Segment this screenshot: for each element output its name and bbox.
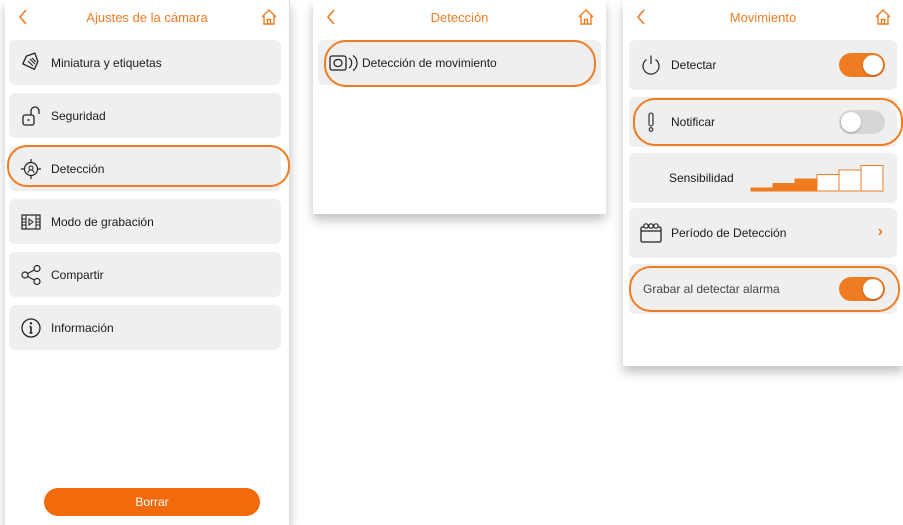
menu-item-detection[interactable]: Detección <box>9 146 281 191</box>
motion-panel: Movimiento Detectar Notificar Sensibilid… <box>623 0 903 366</box>
calendar-icon <box>639 221 663 245</box>
detection-header: Detección <box>313 0 606 34</box>
exclamation-icon <box>639 110 663 134</box>
sensitivity-step[interactable] <box>816 174 840 192</box>
detect-toggle[interactable] <box>839 53 885 77</box>
record-on-alarm-toggle[interactable] <box>839 277 885 301</box>
detection-target-icon <box>19 157 43 181</box>
detection-period-row[interactable]: Período de Detección › <box>629 208 897 258</box>
home-icon <box>875 9 891 25</box>
home-button[interactable] <box>873 7 893 27</box>
menu-item-recording-mode[interactable]: Modo de grabación <box>9 199 281 244</box>
page-title: Ajustes de la cámara <box>86 9 208 25</box>
detection-period-label: Período de Detección <box>671 226 787 240</box>
motion-header: Movimiento <box>623 0 903 34</box>
delete-button[interactable]: Borrar <box>44 488 260 516</box>
motion-sensor-icon <box>328 51 358 75</box>
detection-panel: Detección Detección de movimiento <box>313 0 606 214</box>
notify-label: Notificar <box>671 115 716 129</box>
sensitivity-step[interactable] <box>772 183 796 192</box>
sensitivity-step[interactable] <box>860 165 884 192</box>
record-on-alarm-row: Grabar al detectar alarma <box>629 264 897 314</box>
home-button[interactable] <box>259 7 279 27</box>
back-button[interactable] <box>323 6 339 28</box>
chevron-left-icon <box>326 9 335 25</box>
share-icon <box>19 263 43 287</box>
tag-icon <box>19 51 43 75</box>
menu-item-label: Seguridad <box>51 108 106 123</box>
camera-settings-panel: Ajustes de la cámara Miniatura y etiquet… <box>5 0 290 525</box>
toggle-knob <box>841 112 861 132</box>
page-title: Detección <box>430 9 489 25</box>
camera-settings-header: Ajustes de la cámara <box>5 0 289 34</box>
detect-label: Detectar <box>671 58 717 72</box>
menu-item-share[interactable]: Compartir <box>9 252 281 297</box>
back-button[interactable] <box>15 6 31 28</box>
menu-item-label: Modo de grabación <box>51 214 154 229</box>
menu-item-information[interactable]: Información <box>9 305 281 350</box>
sensitivity-label: Sensibilidad <box>669 171 734 185</box>
menu-item-thumbnail[interactable]: Miniatura y etiquetas <box>9 40 281 85</box>
menu-item-label: Detección de movimiento <box>362 55 497 70</box>
notify-row: Notificar <box>629 97 897 147</box>
sensitivity-slider[interactable] <box>749 161 889 193</box>
menu-item-label: Compartir <box>51 267 104 282</box>
menu-item-label: Información <box>51 320 114 335</box>
detect-row: Detectar <box>629 40 897 90</box>
page-title: Movimiento <box>729 9 797 25</box>
home-icon <box>578 9 594 25</box>
film-icon <box>19 210 43 234</box>
toggle-knob <box>863 55 883 75</box>
chevron-left-icon <box>18 9 27 25</box>
back-button[interactable] <box>633 6 649 28</box>
sensitivity-row: Sensibilidad <box>629 153 897 203</box>
unlock-icon <box>19 104 43 128</box>
menu-item-security[interactable]: Seguridad <box>9 93 281 138</box>
sensitivity-step[interactable] <box>750 187 774 192</box>
sensitivity-step[interactable] <box>794 178 818 192</box>
sensitivity-step[interactable] <box>838 169 862 192</box>
menu-item-motion-detection[interactable]: Detección de movimiento <box>318 40 601 85</box>
info-icon <box>19 316 43 340</box>
home-icon <box>261 9 277 25</box>
menu-item-label: Detección <box>51 161 105 176</box>
record-on-alarm-label: Grabar al detectar alarma <box>643 282 780 296</box>
menu-item-label: Miniatura y etiquetas <box>51 55 162 70</box>
chevron-left-icon <box>636 9 645 25</box>
toggle-knob <box>863 279 883 299</box>
power-icon <box>639 53 663 77</box>
notify-toggle[interactable] <box>839 110 885 134</box>
home-button[interactable] <box>576 7 596 27</box>
chevron-right-icon: › <box>877 223 883 240</box>
